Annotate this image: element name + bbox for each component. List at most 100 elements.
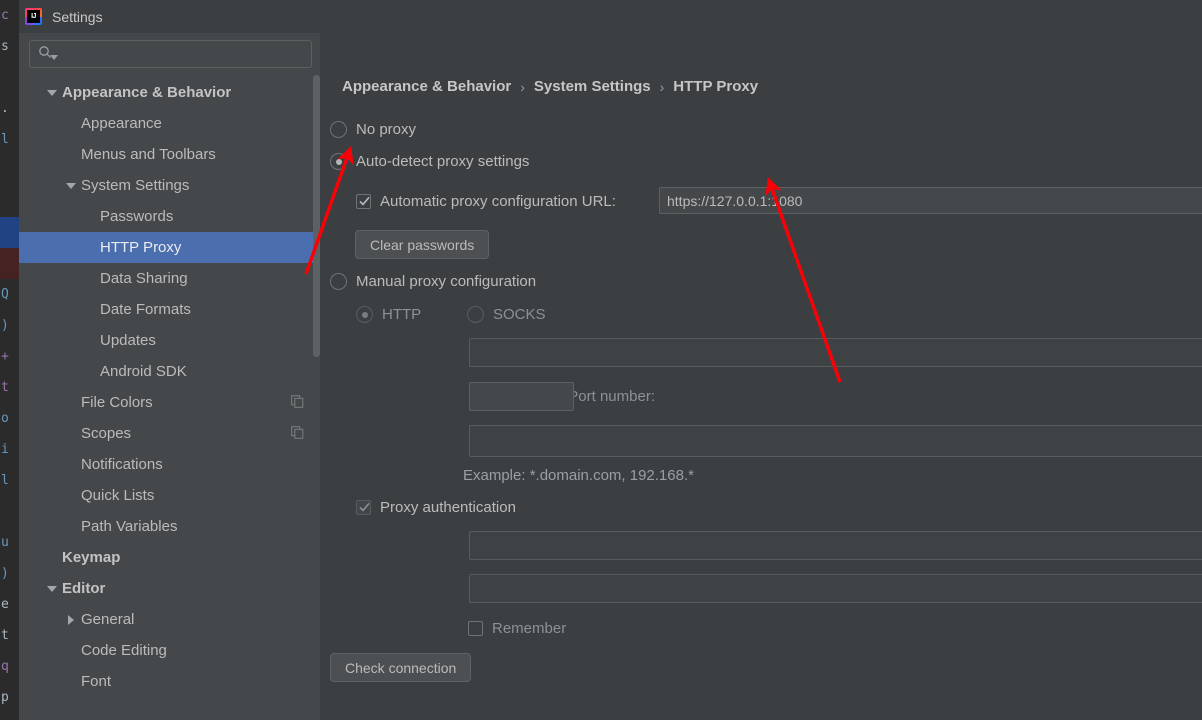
sidebar-item-label: Updates xyxy=(100,332,156,349)
sidebar-item-general[interactable]: General xyxy=(19,604,320,635)
auto-config-url-value: https://127.0.0.1:1080 xyxy=(667,192,803,209)
sidebar-item-label: Appearance & Behavior xyxy=(62,84,232,101)
sidebar-item-label: General xyxy=(81,611,135,628)
port-number-spinner[interactable] xyxy=(469,382,574,411)
sidebar-item-http-proxy[interactable]: HTTP Proxy xyxy=(19,232,320,263)
remember-checkbox-row[interactable]: Remember xyxy=(468,620,566,637)
login-input[interactable] xyxy=(469,531,1202,560)
no-proxy-radio[interactable] xyxy=(330,121,347,138)
sidebar-item-system-settings[interactable]: System Settings xyxy=(19,170,320,201)
auto-config-url-label: Automatic proxy configuration URL: xyxy=(380,193,616,210)
proxy-auth-checkbox-row[interactable]: Proxy authentication xyxy=(356,499,516,516)
breadcrumb-separator-2: › xyxy=(659,78,665,95)
remember-checkbox[interactable] xyxy=(468,621,483,636)
manual-proxy-radio[interactable] xyxy=(330,273,347,290)
background-code-line: i xyxy=(1,442,9,457)
background-code-line: q xyxy=(1,659,9,674)
socks-protocol-label: SOCKS xyxy=(493,306,546,323)
socks-radio-row[interactable]: SOCKS xyxy=(467,306,546,323)
sidebar-item-file-colors[interactable]: File Colors xyxy=(19,387,320,418)
sidebar-item-editor[interactable]: Editor xyxy=(19,573,320,604)
app-icon-label: IJ xyxy=(27,10,40,23)
sidebar-item-code-editing[interactable]: Code Editing xyxy=(19,635,320,666)
sidebar-item-appearance-behavior[interactable]: Appearance & Behavior xyxy=(19,77,320,108)
port-number-input[interactable] xyxy=(470,383,573,410)
auto-detect-proxy-label: Auto-detect proxy settings xyxy=(356,153,530,170)
chevron-right-icon[interactable] xyxy=(64,613,78,627)
background-code-line: ) xyxy=(1,566,9,581)
http-protocol-radio[interactable] xyxy=(356,306,373,323)
socks-protocol-radio[interactable] xyxy=(467,306,484,323)
check-connection-button[interactable]: Check connection xyxy=(330,653,472,682)
copy-icon[interactable] xyxy=(291,425,304,442)
search-input[interactable] xyxy=(63,46,303,62)
sidebar-item-font[interactable]: Font xyxy=(19,666,320,697)
sidebar-scrollbar[interactable] xyxy=(312,74,320,714)
breadcrumb-part-1[interactable]: Appearance & Behavior xyxy=(342,78,511,95)
sidebar-item-appearance[interactable]: Appearance xyxy=(19,108,320,139)
settings-dialog-screen: c s. l Q) + t o i l u) e t q p IJ Settings xyxy=(0,0,1202,720)
background-code-line xyxy=(0,155,19,186)
sidebar-item-path-variables[interactable]: Path Variables xyxy=(19,511,320,542)
manual-proxy-radio-row[interactable]: Manual proxy configuration xyxy=(330,273,536,290)
sidebar-item-data-sharing[interactable]: Data Sharing xyxy=(19,263,320,294)
sidebar-item-keymap[interactable]: Keymap xyxy=(19,542,320,573)
settings-tree[interactable]: Appearance & Behavior Appearance Menus and… xyxy=(19,74,320,714)
http-radio-row[interactable]: HTTP xyxy=(356,306,421,323)
chevron-down-icon[interactable] xyxy=(64,179,78,193)
no-proxy-for-input[interactable] xyxy=(469,425,1202,457)
sidebar-scrollbar-thumb[interactable] xyxy=(313,75,320,357)
sidebar-item-label: Data Sharing xyxy=(100,270,188,287)
no-proxy-for-example-hint: Example: *.domain.com, 192.168.* xyxy=(463,467,694,484)
sidebar-item-quick-lists[interactable]: Quick Lists xyxy=(19,480,320,511)
sidebar-item-scopes[interactable]: Scopes xyxy=(19,418,320,449)
auto-detect-radio-row[interactable]: Auto-detect proxy settings xyxy=(330,153,529,170)
sidebar-item-passwords[interactable]: Passwords xyxy=(19,201,320,232)
sidebar-item-android-sdk[interactable]: Android SDK xyxy=(19,356,320,387)
background-code-line: e xyxy=(1,597,9,612)
background-code-line: s xyxy=(1,39,9,54)
proxy-authentication-checkbox[interactable] xyxy=(356,500,371,515)
background-code-line: c xyxy=(1,8,9,23)
background-code-line: ) xyxy=(1,318,9,333)
dialog-titlebar: IJ Settings xyxy=(19,0,1202,33)
settings-dialog: IJ Settings Appearance & Behavior Appear… xyxy=(19,0,1202,720)
check-connection-label: Check connection xyxy=(345,659,457,676)
background-code-line: + xyxy=(1,349,9,364)
auto-config-url-input[interactable]: https://127.0.0.1:1080 xyxy=(659,187,1202,214)
sidebar-item-menus-and-toolbars[interactable]: Menus and Toolbars xyxy=(19,139,320,170)
sidebar-item-label: Keymap xyxy=(62,549,121,566)
background-code-line: u xyxy=(1,535,9,550)
sidebar-item-label: File Colors xyxy=(81,394,153,411)
chevron-down-icon[interactable] xyxy=(45,86,59,100)
dialog-body: Appearance & Behavior Appearance Menus and… xyxy=(19,33,1202,720)
copy-icon[interactable] xyxy=(291,394,304,411)
background-code-line: . xyxy=(1,101,9,116)
background-code-line: l xyxy=(1,132,9,147)
breadcrumb-separator-1: › xyxy=(520,78,525,95)
auto-config-url-checkbox[interactable] xyxy=(356,194,371,209)
sidebar-item-notifications[interactable]: Notifications xyxy=(19,449,320,480)
search-container xyxy=(19,33,320,74)
background-code-line xyxy=(0,248,19,279)
auto-detect-proxy-radio[interactable] xyxy=(330,153,347,170)
sidebar-item-label: Path Variables xyxy=(81,518,178,535)
no-proxy-radio-row[interactable]: No proxy xyxy=(330,121,416,138)
sidebar-item-updates[interactable]: Updates xyxy=(19,325,320,356)
auto-config-url-checkbox-row[interactable]: Automatic proxy configuration URL: xyxy=(356,193,616,210)
search-box[interactable] xyxy=(29,40,312,68)
host-name-input[interactable] xyxy=(469,338,1202,367)
settings-sidebar: Appearance & Behavior Appearance Menus and… xyxy=(19,33,320,720)
background-editor-strip: c s. l Q) + t o i l u) e t q p xyxy=(0,0,19,720)
sidebar-item-label: Editor xyxy=(62,580,106,597)
clear-passwords-button[interactable]: Clear passwords xyxy=(355,230,490,259)
manual-proxy-label: Manual proxy configuration xyxy=(356,273,537,290)
background-code-line xyxy=(0,186,19,217)
chevron-down-icon[interactable] xyxy=(50,48,58,64)
password-input[interactable] xyxy=(469,574,1202,603)
sidebar-item-date-formats[interactable]: Date Formats xyxy=(19,294,320,325)
sidebar-item-label: HTTP Proxy xyxy=(100,239,182,256)
breadcrumb-part-2[interactable]: System Settings xyxy=(534,78,651,95)
chevron-down-icon[interactable] xyxy=(45,582,59,596)
background-code-line: o xyxy=(1,411,9,426)
